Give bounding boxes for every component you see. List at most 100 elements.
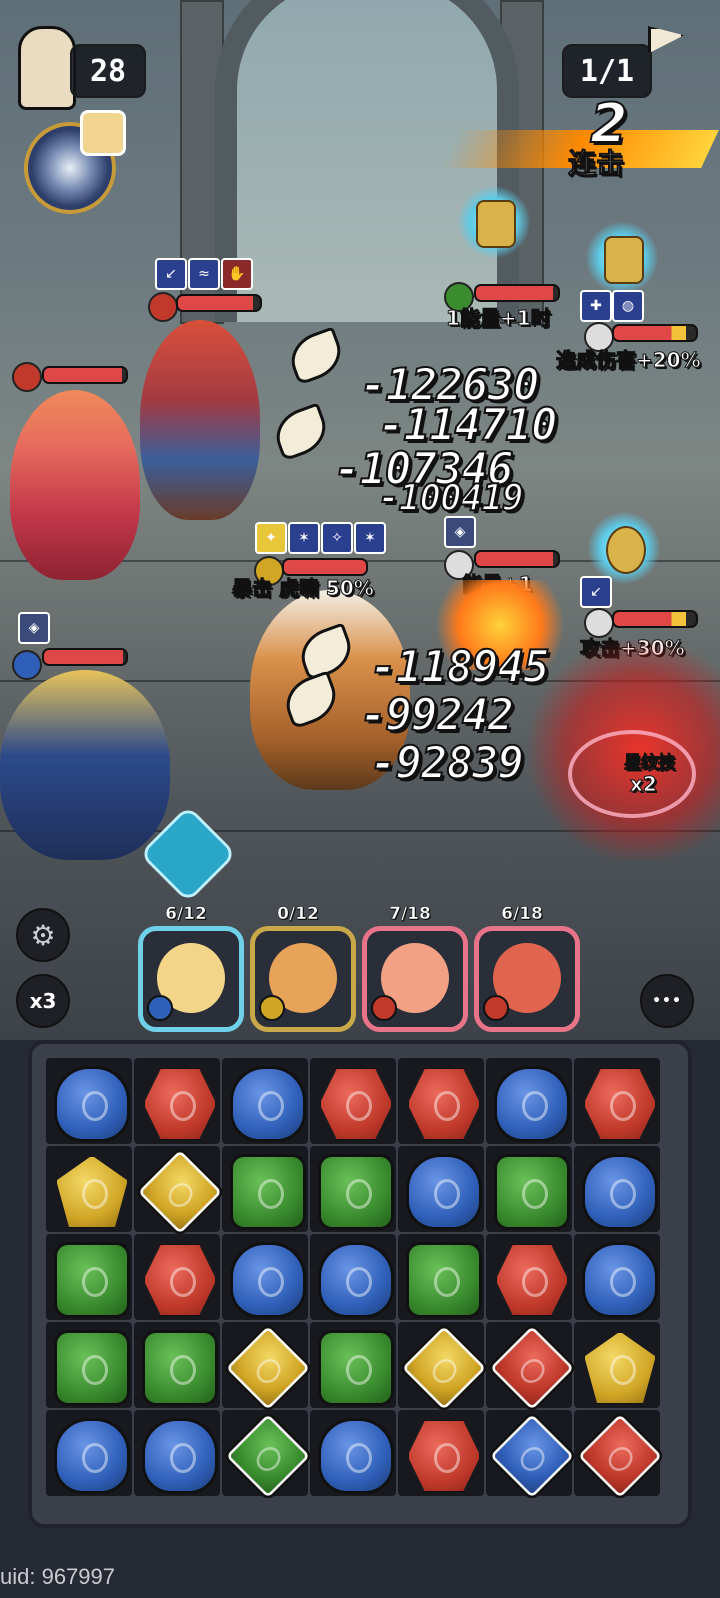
green-gem[interactable] bbox=[318, 1154, 394, 1230]
green-gem[interactable] bbox=[54, 1330, 130, 1406]
more-options-button[interactable]: ••• bbox=[640, 974, 694, 1028]
board-cell[interactable] bbox=[398, 1322, 490, 1414]
wave-counter: 1/1 bbox=[562, 44, 652, 98]
leader-avatar[interactable] bbox=[80, 110, 126, 156]
board-cell[interactable] bbox=[310, 1058, 396, 1144]
red-gem[interactable] bbox=[407, 1068, 481, 1140]
board-cell[interactable] bbox=[398, 1410, 484, 1496]
princess-hero bbox=[10, 390, 140, 580]
blue-gem[interactable] bbox=[54, 1066, 130, 1142]
red-gem[interactable] bbox=[583, 1068, 657, 1140]
hero-portrait-tiger[interactable] bbox=[250, 926, 356, 1032]
gem-symbol-icon bbox=[258, 1091, 284, 1121]
hero-portrait-dragon-warrior[interactable] bbox=[474, 926, 580, 1032]
gem-symbol-icon bbox=[610, 1355, 636, 1385]
board-cell[interactable] bbox=[398, 1146, 484, 1232]
gem-symbol-icon bbox=[258, 1267, 284, 1297]
green-gem-special[interactable] bbox=[222, 1410, 314, 1502]
yellow-gem[interactable] bbox=[56, 1155, 128, 1228]
hp-bar bbox=[42, 366, 128, 384]
board-cell[interactable] bbox=[486, 1146, 572, 1232]
blue-gem[interactable] bbox=[494, 1066, 570, 1142]
gem-symbol-icon bbox=[522, 1179, 548, 1209]
board-cell[interactable] bbox=[486, 1058, 572, 1144]
board-cell[interactable] bbox=[574, 1058, 660, 1144]
settings-gear-button[interactable]: ⚙ bbox=[16, 908, 70, 962]
blue-gem[interactable] bbox=[582, 1242, 658, 1318]
blue-gem[interactable] bbox=[230, 1242, 306, 1318]
board-cell[interactable] bbox=[46, 1410, 132, 1496]
board-cell[interactable] bbox=[574, 1410, 666, 1502]
board-cell[interactable] bbox=[222, 1410, 314, 1502]
hp-bar bbox=[474, 284, 560, 302]
red-gem[interactable] bbox=[143, 1068, 217, 1140]
board-cell[interactable] bbox=[46, 1058, 132, 1144]
moves-left-value: 28 bbox=[89, 53, 127, 89]
gem-symbol-icon bbox=[170, 1443, 196, 1473]
fire-element-icon bbox=[148, 292, 178, 322]
red-gem[interactable] bbox=[143, 1244, 217, 1316]
buff-icon: ✋ bbox=[221, 258, 253, 290]
board-cell[interactable] bbox=[310, 1322, 396, 1408]
red-gem-special[interactable] bbox=[486, 1322, 578, 1414]
hero-portrait-princess[interactable] bbox=[362, 926, 468, 1032]
board-cell[interactable] bbox=[46, 1322, 132, 1408]
board-cell[interactable] bbox=[398, 1234, 484, 1320]
board-cell[interactable] bbox=[134, 1234, 220, 1320]
loot-item-armor bbox=[586, 222, 658, 294]
green-gem[interactable] bbox=[318, 1330, 394, 1406]
green-gem[interactable] bbox=[406, 1242, 482, 1318]
gear-icon: ⚙ bbox=[30, 918, 56, 952]
blue-gem[interactable] bbox=[406, 1154, 482, 1230]
blue-gem[interactable] bbox=[54, 1418, 130, 1494]
skill-callout: 暴击 虎啸 50% bbox=[232, 576, 375, 601]
board-cell[interactable] bbox=[574, 1146, 660, 1232]
red-gem[interactable] bbox=[407, 1420, 481, 1492]
green-gem[interactable] bbox=[54, 1242, 130, 1318]
blue-gem[interactable] bbox=[230, 1066, 306, 1142]
board-cell[interactable] bbox=[310, 1146, 396, 1232]
green-gem[interactable] bbox=[494, 1154, 570, 1230]
board-cell[interactable] bbox=[134, 1058, 220, 1144]
red-gem[interactable] bbox=[319, 1068, 393, 1140]
board-cell[interactable] bbox=[574, 1234, 660, 1320]
gem-symbol-icon bbox=[170, 1355, 196, 1385]
red-gem[interactable] bbox=[495, 1244, 569, 1316]
board-cell[interactable] bbox=[222, 1146, 308, 1232]
match3-board bbox=[28, 1040, 692, 1528]
board-cell[interactable] bbox=[310, 1410, 396, 1496]
board-cell[interactable] bbox=[134, 1146, 226, 1238]
blue-gem[interactable] bbox=[318, 1418, 394, 1494]
blue-gem-special[interactable] bbox=[486, 1410, 578, 1502]
red-gem-special[interactable] bbox=[574, 1410, 666, 1502]
board-cell[interactable] bbox=[222, 1322, 314, 1414]
hero-portrait-paladin[interactable] bbox=[138, 926, 244, 1032]
board-cell[interactable] bbox=[46, 1234, 132, 1320]
yellow-gem-special[interactable] bbox=[222, 1322, 314, 1414]
board-cell[interactable] bbox=[310, 1234, 396, 1320]
yellow-gem-special[interactable] bbox=[398, 1322, 490, 1414]
board-cell[interactable] bbox=[222, 1234, 308, 1320]
board-cell[interactable] bbox=[222, 1058, 308, 1144]
gem-symbol-icon bbox=[434, 1091, 460, 1121]
blue-gem[interactable] bbox=[318, 1242, 394, 1318]
blue-gem[interactable] bbox=[582, 1154, 658, 1230]
board-cell[interactable] bbox=[574, 1322, 660, 1408]
board-cell[interactable] bbox=[134, 1410, 220, 1496]
buff-icon: ↙ bbox=[155, 258, 187, 290]
gem-symbol-icon bbox=[170, 1091, 196, 1121]
yellow-gem-special[interactable] bbox=[134, 1146, 226, 1238]
blue-gem[interactable] bbox=[142, 1418, 218, 1494]
board-cell[interactable] bbox=[486, 1234, 572, 1320]
board-cell[interactable] bbox=[398, 1058, 484, 1144]
board-cell[interactable] bbox=[134, 1322, 220, 1408]
yellow-gem[interactable] bbox=[584, 1331, 656, 1404]
gem-symbol-icon bbox=[82, 1443, 108, 1473]
green-gem[interactable] bbox=[142, 1330, 218, 1406]
green-gem[interactable] bbox=[230, 1154, 306, 1230]
game-screen: 28 1/1 2 连击 ↙ ≈ ✋ ◈ ✦ ✶ ✧ ✶ 暴击 虎啸 50% 1能… bbox=[0, 0, 720, 1598]
speed-toggle-button[interactable]: x3 bbox=[16, 974, 70, 1028]
board-cell[interactable] bbox=[486, 1410, 578, 1502]
board-cell[interactable] bbox=[486, 1322, 578, 1414]
board-cell[interactable] bbox=[46, 1146, 132, 1232]
